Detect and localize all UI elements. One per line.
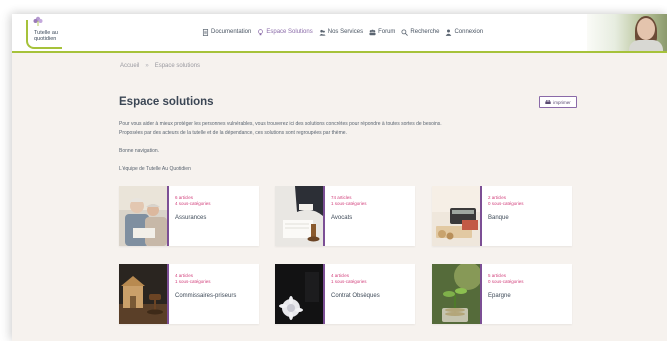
group-icon	[369, 29, 376, 35]
page: Tutelle au quotidien Documentation Espac…	[12, 14, 667, 341]
card-subcategories-count: 4 sous-catégories	[175, 201, 211, 206]
intro-line: Bonne navigation.	[119, 148, 160, 154]
card-subcategories-count: 1 sous-catégories	[331, 279, 367, 284]
card-subcategories-count: 1 sous-catégories	[175, 279, 211, 284]
card-meta: 2 articles 0 sous-catégories	[488, 195, 524, 207]
card-accent-bar	[167, 186, 169, 246]
category-card-banque[interactable]: 2 articles 0 sous-catégories Banque	[432, 186, 572, 246]
card-subcategories-count: 0 sous-catégories	[488, 279, 524, 284]
print-label: imprimer	[553, 99, 571, 105]
intro-signature: L'équipe de Tutelle Au Quotidien	[119, 166, 191, 172]
card-subcategories-count: 1 sous-catégories	[331, 201, 367, 206]
nav-label: Nos Services	[327, 29, 364, 35]
document-icon	[202, 28, 209, 36]
intro-line: Pour vous aider à mieux protéger les per…	[119, 121, 442, 127]
card-accent-bar	[323, 264, 325, 324]
nav-label: Recherche	[410, 29, 440, 35]
card-meta: 5 articles 0 sous-catégories	[488, 273, 524, 285]
nav-nos-services[interactable]: Nos Services	[319, 29, 363, 36]
card-meta: 4 articles 1 sous-catégories	[331, 273, 367, 285]
card-meta: 4 articles 1 sous-catégories	[175, 273, 211, 285]
nav-forum[interactable]: Forum	[369, 29, 395, 36]
card-thumbnail-image	[275, 264, 323, 324]
site-header: Tutelle au quotidien Documentation Espac…	[12, 14, 667, 51]
card-title: Epargne	[488, 293, 511, 299]
card-accent-bar	[323, 186, 325, 246]
lightbulb-icon	[258, 28, 264, 35]
nav-label: Documentation	[211, 29, 252, 35]
card-thumbnail-image	[432, 186, 480, 246]
header-hero-image	[587, 14, 667, 51]
breadcrumb-home-link[interactable]: Accueil	[120, 63, 139, 69]
card-accent-bar	[480, 186, 482, 246]
category-card-avocats[interactable]: 74 articles 1 sous-catégories Avocats	[275, 186, 415, 246]
nav-label: Espace Solutions	[266, 29, 313, 35]
card-title: Commissaires-priseurs	[175, 293, 237, 299]
site-logo[interactable]: Tutelle au quotidien	[26, 16, 62, 49]
card-subcategories-count: 0 sous-catégories	[488, 201, 524, 206]
page-title: Espace solutions	[119, 96, 214, 108]
card-title: Banque	[488, 215, 509, 221]
category-card-commissaires-priseurs[interactable]: 4 articles 1 sous-catégories Commissaire…	[119, 264, 259, 324]
card-meta: 74 articles 1 sous-catégories	[331, 195, 367, 207]
card-thumbnail-image	[119, 186, 167, 246]
card-title: Assurances	[175, 215, 207, 221]
search-icon	[401, 28, 409, 36]
category-card-epargne[interactable]: 5 articles 0 sous-catégories Epargne	[432, 264, 572, 324]
card-thumbnail-image	[119, 264, 167, 324]
breadcrumb: Accueil » Espace solutions	[120, 63, 200, 69]
category-card-contrat-obseques[interactable]: 4 articles 1 sous-catégories Contrat Obs…	[275, 264, 415, 324]
print-button[interactable]: imprimer	[539, 96, 577, 108]
card-thumbnail-image	[275, 186, 323, 246]
main-nav: Documentation Espace Solutions Nos Servi…	[202, 26, 483, 38]
flower-icon	[33, 16, 43, 26]
nav-label: Forum	[378, 29, 396, 35]
nav-recherche[interactable]: Recherche	[401, 28, 440, 36]
nav-label: Connexion	[454, 29, 484, 35]
nav-espace-solutions[interactable]: Espace Solutions	[257, 28, 313, 36]
card-accent-bar	[480, 264, 482, 324]
user-icon	[446, 29, 452, 36]
people-icon	[319, 29, 326, 36]
card-accent-bar	[167, 264, 169, 324]
category-card-assurances[interactable]: 6 articles 4 sous-catégories Assurances	[119, 186, 259, 246]
intro-text: Pour vous aider à mieux protéger les per…	[119, 120, 539, 174]
card-meta: 6 articles 4 sous-catégories	[175, 195, 211, 207]
printer-icon	[545, 99, 551, 104]
header-divider	[12, 51, 667, 53]
breadcrumb-current: Espace solutions	[154, 63, 201, 69]
card-title: Contrat Obsèques	[331, 293, 380, 299]
intro-line: Proposées par des acteurs de la tutelle …	[119, 130, 347, 136]
card-title: Avocats	[331, 215, 353, 221]
breadcrumb-separator: »	[145, 63, 149, 69]
nav-connexion[interactable]: Connexion	[445, 29, 483, 36]
nav-documentation[interactable]: Documentation	[202, 28, 252, 36]
logo-text: Tutelle au quotidien	[34, 30, 58, 42]
card-thumbnail-image	[432, 264, 480, 324]
